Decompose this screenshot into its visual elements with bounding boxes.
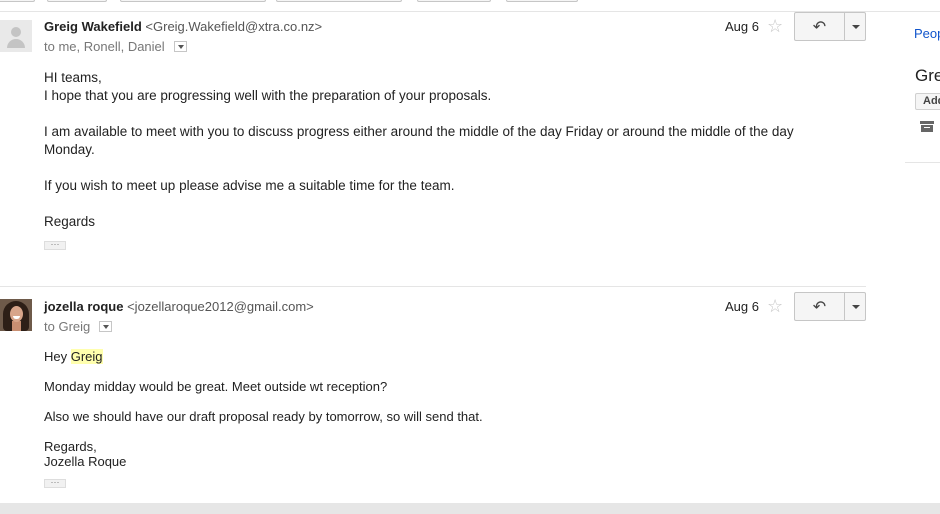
show-trimmed-content-button[interactable]: ···: [44, 240, 66, 250]
avatar[interactable]: [0, 299, 32, 331]
more-options-button[interactable]: [845, 13, 865, 40]
body-line: I am available to meet with you to discu…: [44, 124, 794, 139]
show-details-dropdown[interactable]: [99, 321, 113, 332]
body-line: Also we should have our draft proposal r…: [44, 409, 483, 424]
body-line: Hey Greig: [44, 349, 103, 364]
message-date: Aug 6: [725, 19, 759, 34]
sender-line: Greig Wakefield <Greig.Wakefield@xtra.co…: [44, 19, 322, 34]
contact-name: Greig: [915, 66, 940, 85]
recipients-line: to me, Ronell, Daniel: [44, 39, 187, 54]
people-link[interactable]: People: [914, 26, 940, 41]
bottom-bar: [0, 503, 940, 514]
reply-button-group: ↶: [794, 292, 866, 321]
reply-button-group: ↶: [794, 12, 866, 41]
reply-icon: ↶: [812, 298, 827, 316]
highlighted-name: Greig: [70, 349, 103, 364]
body-line: Regards,: [44, 439, 97, 454]
sidebar-divider: [905, 162, 940, 163]
message-1: Greig Wakefield <Greig.Wakefield@xtra.co…: [0, 0, 866, 286]
archive-icon[interactable]: [920, 121, 934, 132]
show-details-dropdown[interactable]: [173, 41, 187, 52]
recipients-line: to Greig: [44, 319, 113, 334]
sender-email: <jozellaroque2012@gmail.com>: [127, 299, 314, 314]
show-trimmed-content-button[interactable]: ···: [44, 478, 66, 488]
body-line: If you wish to meet up please advise me …: [44, 178, 455, 193]
message-date: Aug 6: [725, 299, 759, 314]
recipients: to Greig: [44, 319, 91, 334]
body-line: HI teams,: [44, 70, 102, 85]
sender-line: jozella roque <jozellaroque2012@gmail.co…: [44, 299, 314, 314]
body-line: Monday midday would be great. Meet outsi…: [44, 379, 388, 394]
reply-icon: ↶: [812, 18, 827, 36]
star-icon[interactable]: ☆: [767, 17, 783, 35]
reply-button[interactable]: ↶: [795, 13, 845, 40]
sender-name[interactable]: Greig Wakefield: [44, 19, 142, 34]
body-line: Monday.: [44, 142, 95, 157]
message-2: jozella roque <jozellaroque2012@gmail.co…: [0, 287, 866, 503]
sender-name[interactable]: jozella roque: [44, 299, 123, 314]
body-line: I hope that you are progressing well wit…: [44, 88, 492, 103]
more-options-button[interactable]: [845, 293, 865, 320]
add-contact-button[interactable]: Add: [915, 93, 940, 110]
greeting-prefix: Hey: [44, 349, 71, 364]
body-line: Jozella Roque: [44, 454, 127, 469]
person-icon[interactable]: [0, 20, 32, 52]
reply-button[interactable]: ↶: [795, 293, 845, 320]
star-icon[interactable]: ☆: [767, 297, 783, 315]
sender-email: <Greig.Wakefield@xtra.co.nz>: [145, 19, 323, 34]
body-line: Regards: [44, 214, 96, 229]
recipients: to me, Ronell, Daniel: [44, 39, 165, 54]
